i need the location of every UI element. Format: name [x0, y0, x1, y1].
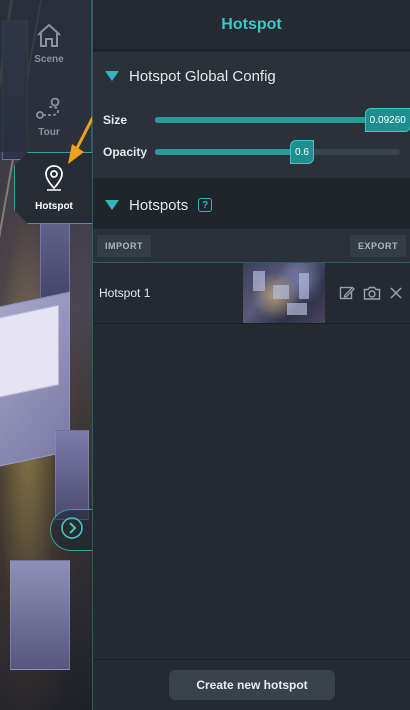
size-slider-fill — [155, 117, 388, 123]
export-button[interactable]: EXPORT — [349, 234, 406, 257]
opacity-slider-fill — [155, 149, 302, 155]
close-icon[interactable] — [389, 286, 403, 300]
hotspot-name: Hotspot 1 — [99, 286, 151, 300]
nav-item-tour[interactable]: Tour — [20, 84, 78, 150]
global-config-header[interactable]: Hotspot Global Config — [93, 52, 410, 100]
help-icon[interactable]: ? — [198, 198, 213, 212]
nav-item-scene-label: Scene — [34, 53, 64, 65]
nav-item-hotspot-label: Hotspot — [35, 201, 73, 212]
opacity-slider-row: Opacity 0.6 — [103, 136, 400, 168]
map-pin-icon — [43, 164, 65, 195]
import-button[interactable]: IMPORT — [97, 234, 151, 257]
hotspot-panel: Hotspot Hotspot Global Config Size 0.092… — [92, 0, 410, 710]
hotspots-title: Hotspots — [129, 196, 189, 214]
left-nav-rail: Scene Tour Hotspot — [0, 0, 112, 710]
nav-item-scene[interactable]: Scene — [20, 10, 78, 76]
panel-title: Hotspot — [93, 0, 410, 50]
collapse-triangle-icon — [105, 71, 119, 81]
global-config-body: Size 0.09260 Opacity 0.6 — [93, 100, 410, 178]
home-icon — [35, 22, 63, 48]
global-config-title: Hotspot Global Config — [129, 67, 276, 85]
hotspot-actions — [325, 285, 403, 301]
list-item[interactable]: Hotspot 1 — [93, 262, 410, 324]
size-slider[interactable]: 0.09260 — [155, 108, 410, 132]
opacity-label: Opacity — [103, 145, 148, 159]
collapse-triangle-icon — [105, 200, 119, 210]
nav-item-hotspot[interactable]: Hotspot — [14, 152, 94, 224]
edit-icon[interactable] — [339, 285, 355, 301]
opacity-slider[interactable]: 0.6 — [155, 140, 400, 164]
camera-icon[interactable] — [363, 285, 381, 301]
hotspot-list: Hotspot 1 — [93, 262, 410, 660]
route-icon — [34, 97, 64, 121]
chevron-right-icon — [60, 516, 84, 545]
hotspot-thumbnail — [243, 263, 325, 323]
create-hotspot-button[interactable]: Create new hotspot — [169, 670, 335, 700]
size-label: Size — [103, 113, 128, 127]
size-slider-thumb[interactable]: 0.09260 — [364, 108, 410, 132]
hotspots-toolbar: IMPORT EXPORT — [93, 229, 410, 262]
nav-item-tour-label: Tour — [38, 126, 60, 138]
opacity-slider-thumb[interactable]: 0.6 — [290, 140, 314, 164]
hotspots-header[interactable]: Hotspots ? — [93, 181, 410, 229]
expand-panel-button[interactable] — [50, 509, 92, 551]
size-slider-row: Size 0.09260 — [103, 104, 410, 136]
panel-footer: Create new hotspot — [93, 660, 410, 710]
